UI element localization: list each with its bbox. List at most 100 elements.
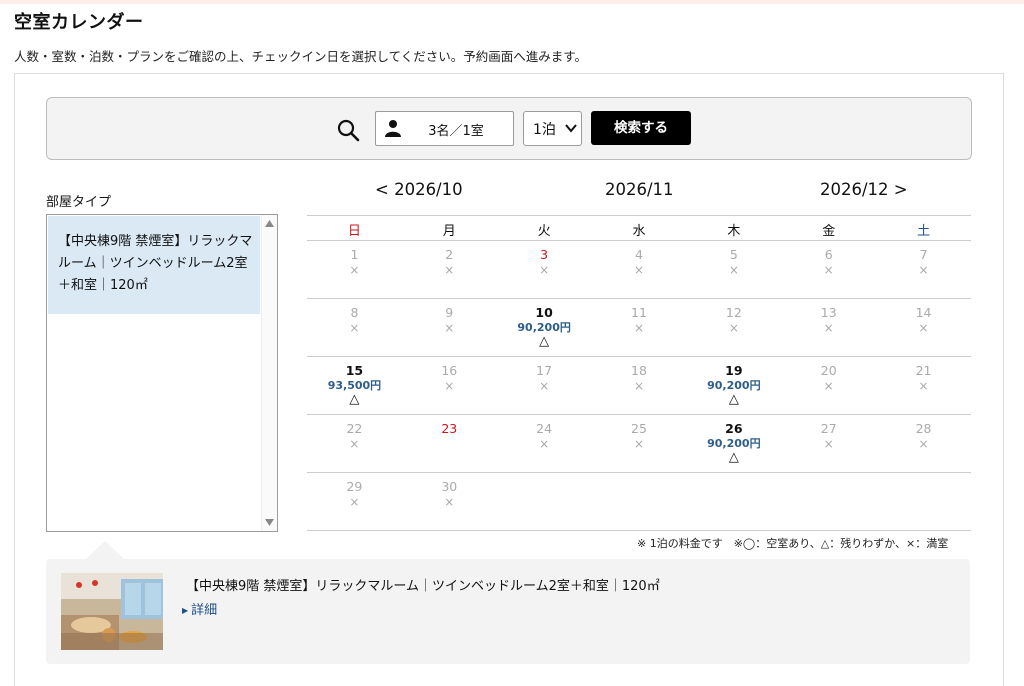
weekday-label: 月 — [442, 224, 456, 239]
calendar-day: 24 × — [497, 415, 592, 472]
search-button[interactable]: 検索する — [591, 111, 691, 145]
weekday-label: 金 — [822, 224, 836, 239]
day-price: 93,500円 — [327, 379, 382, 392]
scroll-up-icon[interactable] — [265, 220, 274, 227]
calendar-day: 17 × — [497, 357, 592, 414]
day-number: 22 — [346, 421, 363, 436]
weekday-label: 水 — [632, 224, 646, 239]
day-number: 7 — [919, 247, 928, 262]
calendar-day: 13 × — [781, 299, 876, 356]
calendar-day: 20 × — [781, 357, 876, 414]
weekday-label: 土 — [917, 224, 931, 239]
day-price: 90,200円 — [517, 321, 571, 334]
day-number: 4 — [635, 247, 643, 262]
availability-mark: × — [823, 321, 834, 335]
calendar-day: 21 × — [876, 357, 971, 414]
day-number: 15 — [345, 363, 364, 378]
room-detail-title: 【中央棟9階 禁煙室】リラックマルーム｜ツインベッドルーム2室＋和室｜120㎡ — [186, 579, 660, 594]
availability-mark: × — [539, 437, 550, 451]
room-type-list[interactable]: 【中央棟9階 禁煙室】リラックマルーム｜ツインベッドルーム2室＋和室｜120㎡ — [46, 214, 278, 532]
calendar-week-row: 1 × 2 × 3 × 4 × 5 × 6 × 7 × — [307, 241, 971, 299]
availability-mark: × — [444, 321, 455, 335]
day-price: 90,200円 — [707, 437, 761, 450]
availability-mark: × — [444, 495, 455, 509]
day-number: 16 — [441, 363, 458, 378]
calendar-day: 29 × — [307, 473, 402, 530]
calendar-legend: ※ 1泊の料金です ※◯：空室あり、△：残りわずか、×：満室 — [637, 537, 949, 550]
weekday-header: 日月火水木金土 — [307, 215, 971, 241]
availability-mark: × — [918, 437, 929, 451]
day-number: 17 — [536, 363, 553, 378]
calendar-day: 4 × — [592, 241, 687, 298]
day-number: 24 — [536, 421, 553, 436]
day-number: 11 — [631, 305, 647, 320]
calendar-day: 30 × — [402, 473, 497, 530]
availability-mark: × — [633, 437, 645, 451]
search-icon[interactable] — [336, 118, 360, 142]
availability-mark: × — [633, 263, 645, 277]
guest-room-selector[interactable]: 3名／1室 — [375, 111, 514, 146]
nights-select[interactable]: 1泊 — [523, 111, 582, 146]
calendar-grid: 日月火水木金土 1 × 2 × 3 × 4 × 5 × 6 × 7 × 8 × 9 × 10 90,200円 △ 11 × 1… — [307, 215, 971, 531]
calendar-day: 3 × — [497, 241, 592, 298]
triangle-right-icon: ▶ — [182, 606, 189, 615]
availability-mark: △ — [539, 334, 550, 349]
calendar-day: 25 × — [592, 415, 687, 472]
calendar-day: 8 × — [307, 299, 402, 356]
day-number: 9 — [445, 305, 454, 320]
calendar-day: 18 × — [592, 357, 687, 414]
calendar-day: 11 × — [592, 299, 687, 356]
day-number: 2 — [445, 247, 454, 262]
availability-mark: △ — [349, 392, 360, 407]
day-number: 30 — [441, 479, 458, 494]
chevron-down-icon — [565, 124, 577, 133]
day-number: 27 — [820, 421, 837, 436]
day-number: 28 — [915, 421, 932, 436]
calendar-day: 5 × — [686, 241, 781, 298]
calendar-day: 2 × — [402, 241, 497, 298]
room-thumbnail[interactable] — [61, 573, 163, 650]
day-number: 29 — [346, 479, 363, 494]
calendar-day: 1 × — [307, 241, 402, 298]
current-month: 2026/11 — [605, 180, 674, 199]
calendar-day: 22 × — [307, 415, 402, 472]
availability-mark: × — [444, 263, 455, 277]
day-number: 20 — [820, 363, 837, 378]
calendar-week-row: 29 × 30 × — [307, 473, 971, 531]
room-type-item[interactable]: 【中央棟9階 禁煙室】リラックマルーム｜ツインベッドルーム2室＋和室｜120㎡ — [48, 216, 260, 314]
page-subtitle: 人数・室数・泊数・プランをご確認の上、チェックイン日を選択してください。予約画面… — [14, 49, 588, 64]
calendar-day: 23 — [402, 415, 497, 472]
nights-value: 1泊 — [533, 122, 556, 138]
guest-room-value: 3名／1室 — [428, 124, 484, 139]
weekday-label: 木 — [727, 224, 741, 239]
page-title: 空室カレンダー — [14, 12, 144, 33]
room-type-label: 部屋タイプ — [46, 195, 112, 210]
day-number: 26 — [725, 421, 743, 436]
room-detail-panel: 【中央棟9階 禁煙室】リラックマルーム｜ツインベッドルーム2室＋和室｜120㎡ … — [46, 559, 970, 664]
room-list-scrollbar[interactable] — [261, 215, 277, 531]
prev-month-link[interactable]: < 2026/10 — [375, 180, 463, 199]
availability-mark: × — [349, 495, 360, 509]
calendar-day-available[interactable]: 26 90,200円 △ — [686, 415, 781, 472]
next-month-link[interactable]: 2026/12 > — [820, 180, 908, 199]
room-detail-link[interactable]: ▶ 詳細 — [182, 599, 217, 618]
availability-mark: × — [918, 321, 929, 335]
availability-mark: × — [633, 379, 645, 393]
availability-mark: × — [918, 379, 929, 393]
calendar-day: 27 × — [781, 415, 876, 472]
top-accent-line — [0, 0, 1024, 4]
calendar-day: 7 × — [876, 241, 971, 298]
availability-mark: × — [633, 321, 645, 335]
calendar-day-available[interactable]: 15 93,500円 △ — [307, 357, 402, 414]
day-number: 18 — [631, 363, 647, 378]
availability-mark: × — [539, 379, 550, 393]
scroll-down-icon[interactable] — [265, 519, 274, 526]
availability-mark: △ — [728, 392, 739, 407]
availability-mark: × — [539, 263, 550, 277]
calendar-day-available[interactable]: 19 90,200円 △ — [686, 357, 781, 414]
availability-mark: × — [444, 379, 455, 393]
day-number: 13 — [820, 305, 837, 320]
room-type-item-label: 【中央棟9階 禁煙室】リラックマルーム｜ツインベッドルーム2室＋和室｜120㎡ — [58, 234, 253, 293]
calendar-day-available[interactable]: 10 90,200円 △ — [497, 299, 592, 356]
day-number: 19 — [725, 363, 743, 378]
